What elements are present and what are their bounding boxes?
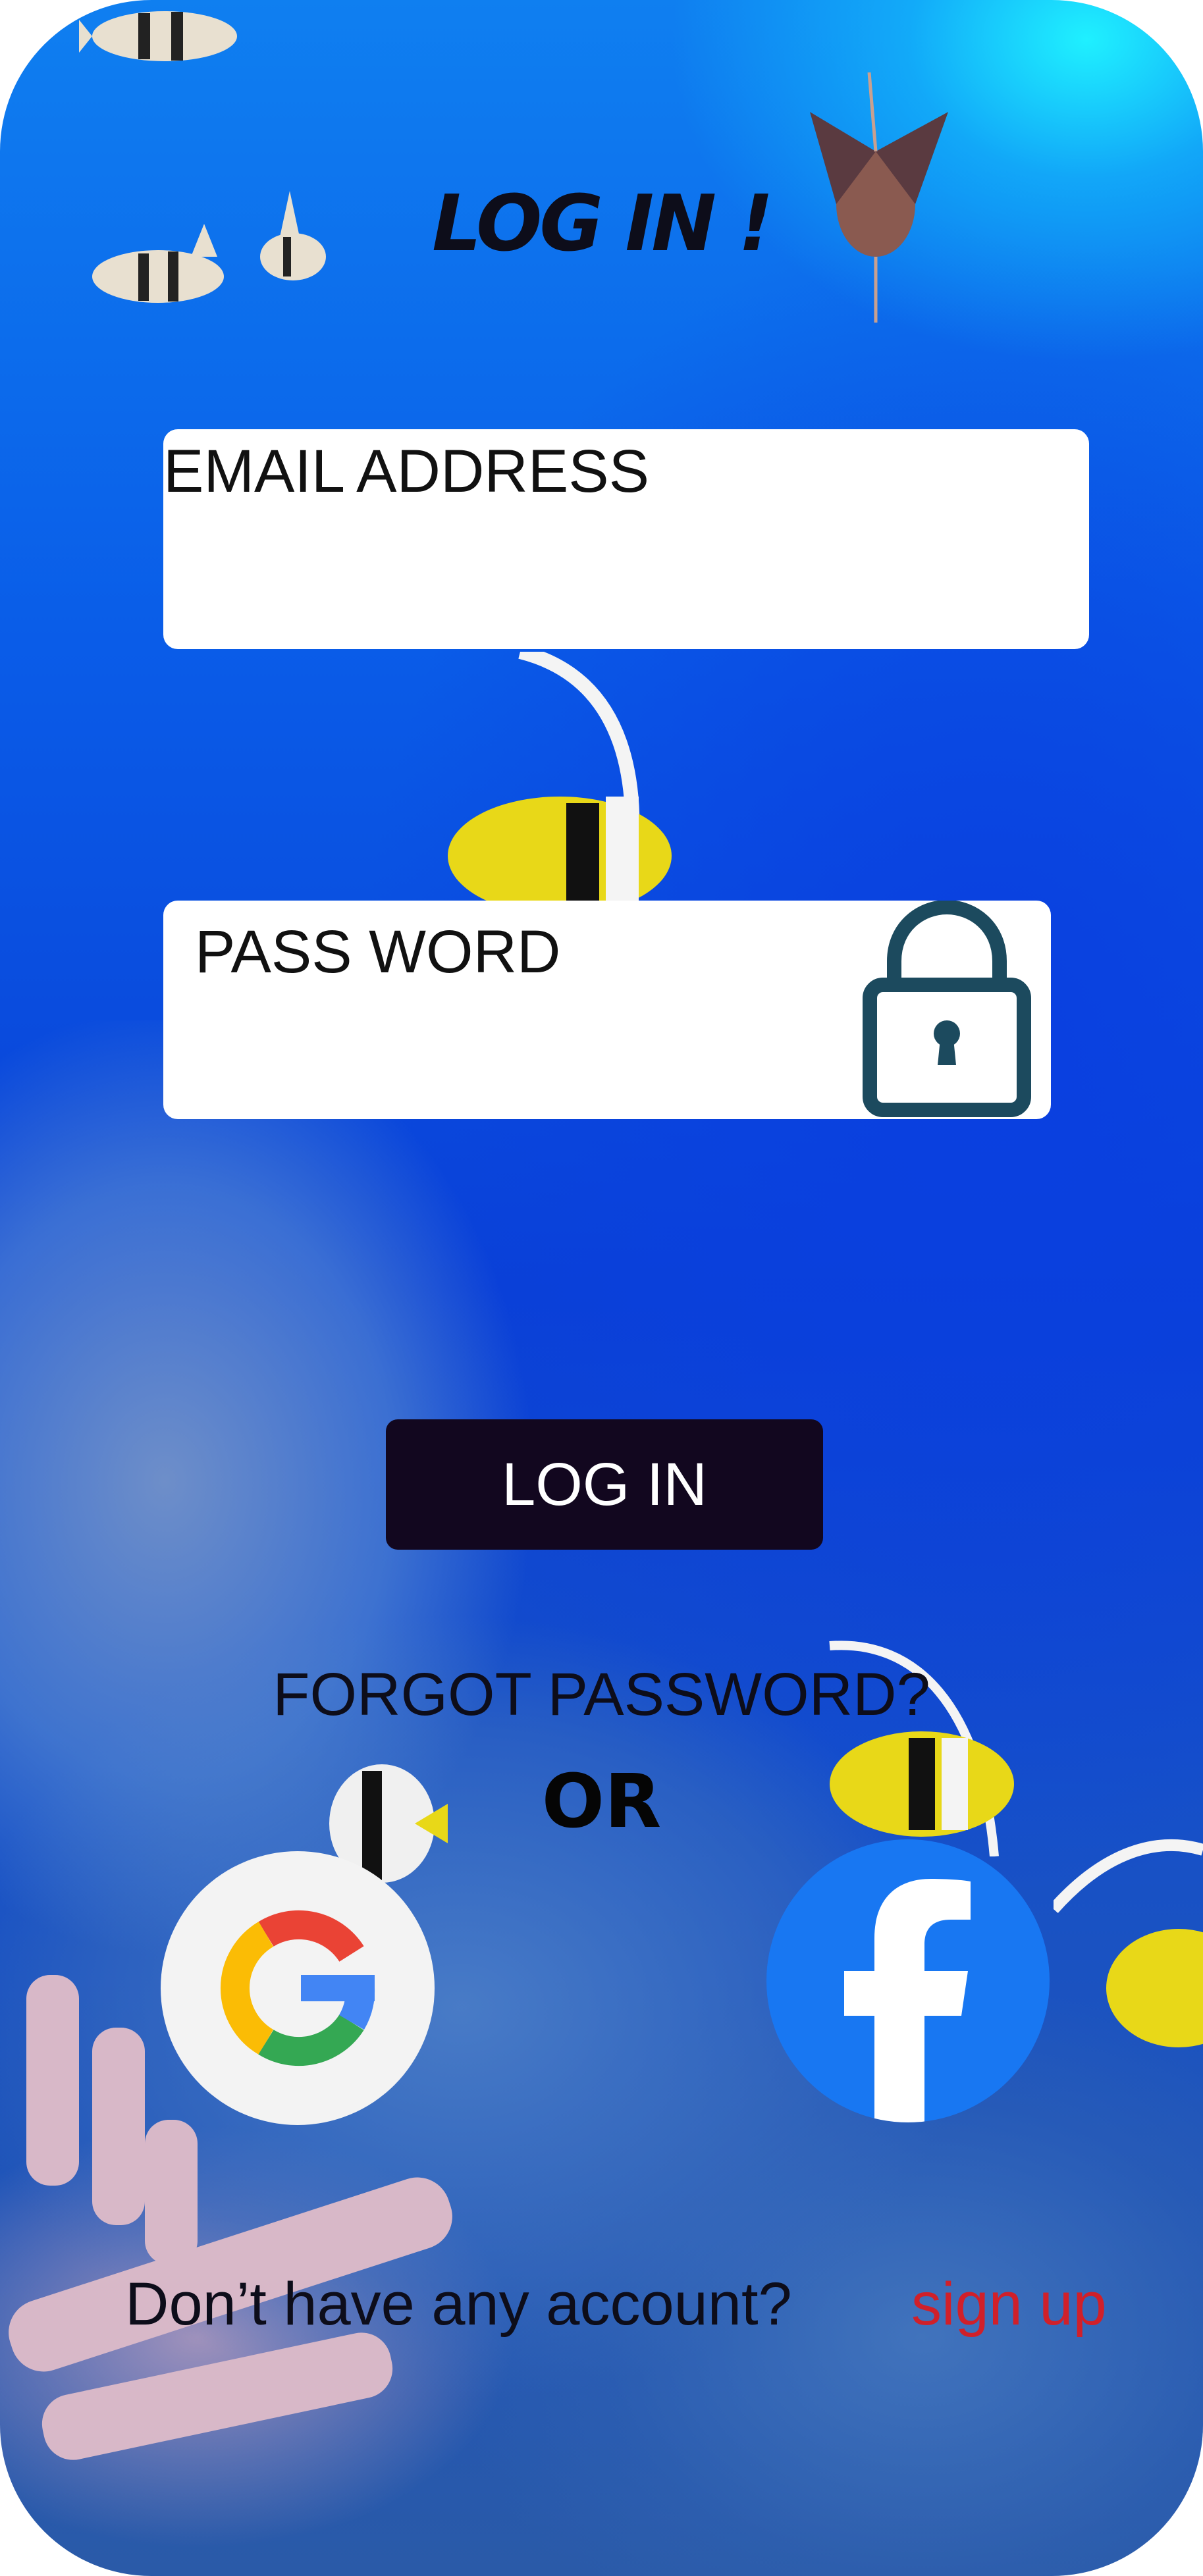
facebook-login-button[interactable] bbox=[766, 1839, 1050, 2122]
page-title: LOG IN ! bbox=[432, 178, 774, 269]
password-field[interactable]: PASS WORD bbox=[163, 901, 1051, 1119]
lock-icon[interactable] bbox=[863, 901, 1031, 1118]
password-label: PASS WORD bbox=[195, 918, 561, 986]
bannerfish-icon bbox=[1054, 1839, 1203, 2047]
google-login-button[interactable] bbox=[161, 1851, 435, 2125]
forgot-password-link[interactable]: FORGOT PASSWORD? bbox=[0, 1660, 1203, 1729]
fish-icon bbox=[79, 11, 237, 61]
signup-link[interactable]: sign up bbox=[911, 2270, 1107, 2339]
facebook-icon bbox=[844, 1879, 971, 2122]
bannerfish-icon bbox=[448, 652, 672, 902]
login-screen: LOG IN ! EMAIL ADDRESS PASS WORD LOG IN … bbox=[0, 0, 1203, 2576]
email-label: EMAIL ADDRESS bbox=[163, 438, 649, 505]
login-button[interactable]: LOG IN bbox=[386, 1419, 823, 1550]
google-icon bbox=[221, 1910, 375, 2066]
email-field[interactable]: EMAIL ADDRESS bbox=[163, 429, 1089, 649]
or-divider: OR bbox=[541, 1759, 662, 1845]
signup-prompt: Don’t have any account? bbox=[125, 2271, 792, 2338]
